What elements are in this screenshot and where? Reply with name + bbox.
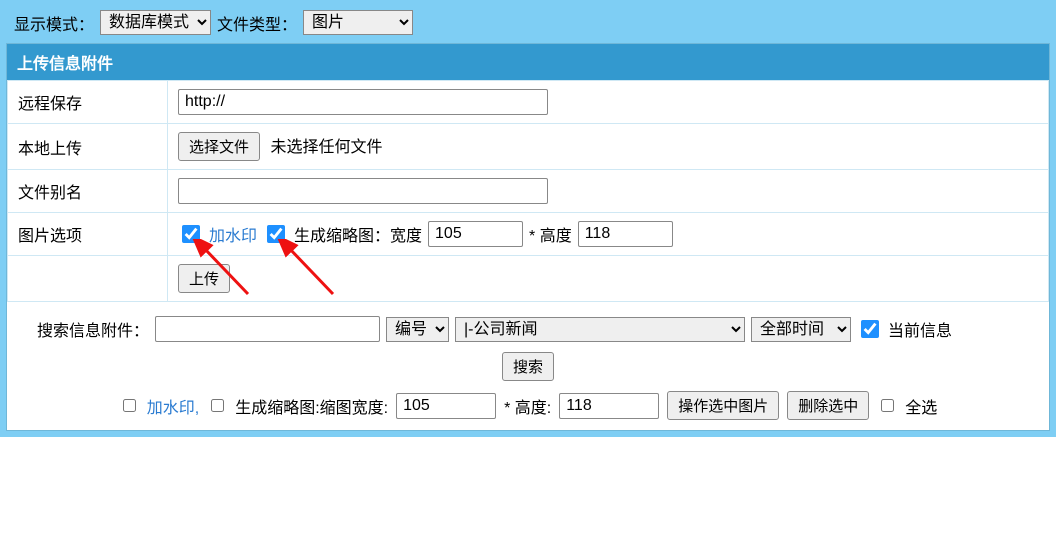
upload-button[interactable]: 上传 (178, 264, 230, 293)
display-mode-label: 显示模式： (14, 11, 94, 35)
ops-thumb-label: 生成缩略图:缩图宽度: (235, 394, 388, 418)
under-panel: 搜索信息附件： 编号 |-公司新闻 全部时间 当前信息 搜索 加水印, (7, 302, 1049, 430)
delete-selected-button[interactable]: 删除选中 (787, 391, 869, 420)
empty-cell (8, 256, 168, 302)
height-label: * 高度 (529, 222, 572, 246)
thumbnail-checkbox[interactable] (267, 225, 285, 243)
select-all-label: 全选 (905, 394, 937, 418)
current-info-checkbox[interactable] (861, 320, 879, 338)
topbar: 显示模式： 数据库模式 文件类型： 图片 (6, 6, 1050, 43)
ops-watermark-label: 加水印, (147, 394, 199, 418)
file-type-select[interactable]: 图片 (303, 10, 413, 35)
search-label: 搜索信息附件： (37, 317, 149, 341)
outer-panel: 显示模式： 数据库模式 文件类型： 图片 上传信息附件 远程保存 本地上传 选择… (0, 0, 1056, 437)
image-options-label: 图片选项 (8, 213, 168, 256)
file-alias-input[interactable] (178, 178, 548, 204)
select-all-checkbox[interactable] (881, 399, 894, 412)
choose-file-button[interactable]: 选择文件 (178, 132, 260, 161)
ops-watermark-checkbox[interactable] (123, 399, 136, 412)
watermark-label: 加水印 (209, 222, 257, 246)
thumb-height-input[interactable] (578, 221, 673, 247)
current-info-label: 当前信息 (888, 317, 952, 341)
ops-width-input[interactable] (396, 393, 496, 419)
category-select[interactable]: |-公司新闻 (455, 317, 745, 342)
search-btn-row: 搜索 (37, 352, 1019, 381)
no-file-text: 未选择任何文件 (270, 139, 382, 156)
file-alias-label: 文件别名 (8, 170, 168, 213)
search-button[interactable]: 搜索 (502, 352, 554, 381)
ops-height-input[interactable] (559, 393, 659, 419)
thumbnail-label: 生成缩略图：宽度 (294, 222, 422, 246)
ops-thumb-checkbox[interactable] (211, 399, 224, 412)
panel-title: 上传信息附件 (7, 44, 1049, 80)
operate-selected-button[interactable]: 操作选中图片 (667, 391, 779, 420)
ops-row: 加水印, 生成缩略图:缩图宽度: * 高度: 操作选中图片 删除选中 全选 (37, 391, 1019, 420)
search-input[interactable] (155, 316, 380, 342)
remote-save-input[interactable] (178, 89, 548, 115)
form-table: 远程保存 本地上传 选择文件 未选择任何文件 文件别名 图片选项 (7, 80, 1049, 302)
thumb-width-input[interactable] (428, 221, 523, 247)
remote-save-label: 远程保存 (8, 81, 168, 124)
upload-panel: 上传信息附件 远程保存 本地上传 选择文件 未选择任何文件 文件别名 (6, 43, 1050, 431)
search-row: 搜索信息附件： 编号 |-公司新闻 全部时间 当前信息 (37, 316, 1019, 342)
local-upload-label: 本地上传 (8, 124, 168, 170)
file-type-label: 文件类型： (217, 11, 297, 35)
time-select[interactable]: 全部时间 (751, 317, 851, 342)
ops-height-label: * 高度: (504, 394, 551, 418)
image-options-row: 加水印 生成缩略图：宽度 * 高度 (178, 221, 1038, 247)
display-mode-select[interactable]: 数据库模式 (100, 10, 211, 35)
watermark-checkbox[interactable] (182, 225, 200, 243)
id-select[interactable]: 编号 (386, 317, 449, 342)
